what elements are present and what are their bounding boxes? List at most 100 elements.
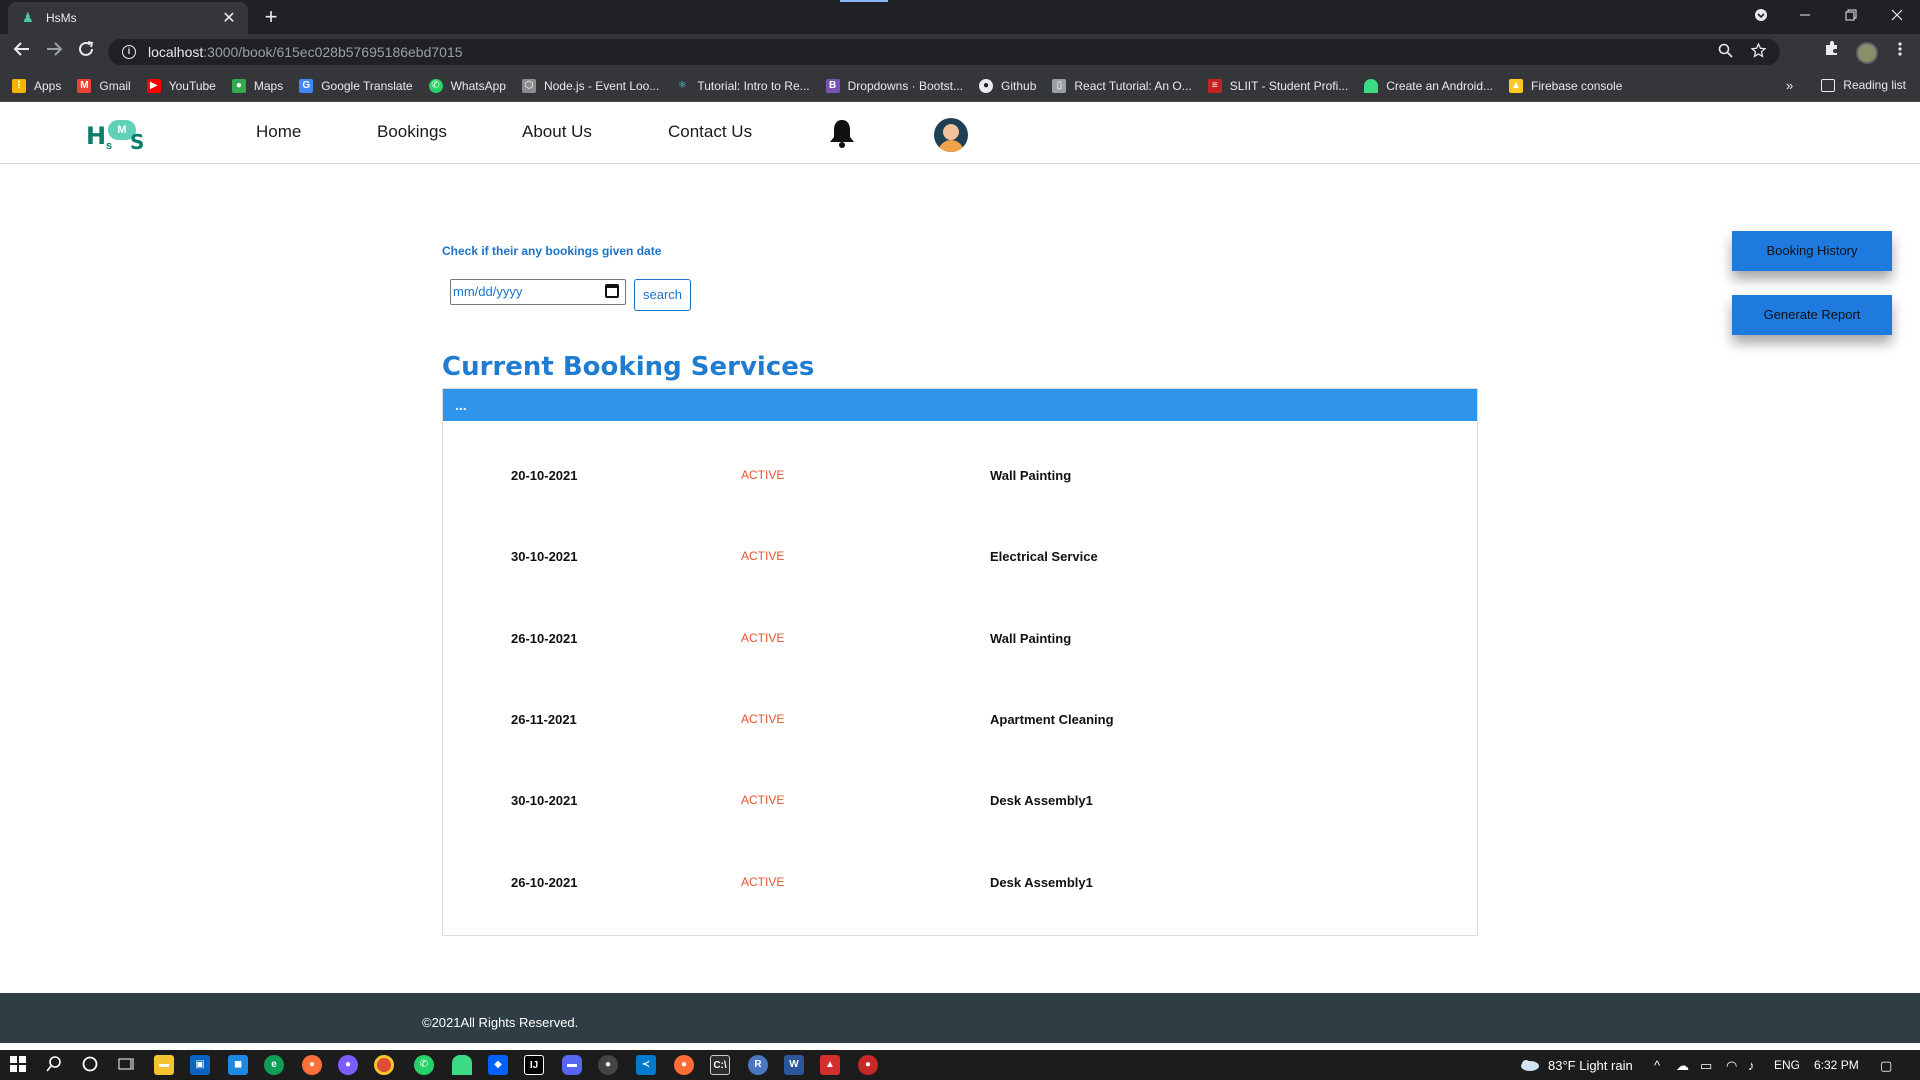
zoom-icon[interactable] (1718, 43, 1733, 62)
firefox-icon[interactable]: ● (302, 1055, 322, 1075)
tab-drag-indicator (840, 0, 888, 2)
weather-text[interactable]: 83°F Light rain (1548, 1058, 1633, 1073)
date-placeholder: mm/dd/yyyy (453, 284, 523, 299)
terminal-icon[interactable]: C:\ (710, 1055, 730, 1075)
booking-row[interactable]: 30-10-2021 ACTIVE Electrical Service (443, 549, 1477, 569)
search-icon[interactable] (44, 1055, 64, 1075)
bookmark-apps[interactable]: ⋮ Apps (12, 78, 61, 93)
hsms-logo[interactable]: H M s S (86, 120, 156, 154)
browser-tab-strip: ♟ HsMs ✕ + (0, 0, 1920, 34)
android-studio-icon[interactable] (452, 1055, 472, 1075)
translate-icon: G (299, 78, 314, 93)
bookmark-sliit[interactable]: ≡ SLIIT - Student Profi... (1207, 78, 1348, 93)
whatsapp-icon: ✆ (428, 78, 443, 93)
windows-start-icon[interactable] (8, 1055, 28, 1075)
restore-icon[interactable] (1828, 0, 1874, 30)
discord-icon[interactable]: ▬ (562, 1055, 582, 1075)
bookmark-android[interactable]: Create an Android... (1364, 78, 1493, 93)
bookmark-firebase[interactable]: ▲ Firebase console (1509, 78, 1622, 93)
bookmark-nodejs[interactable]: ⬡ Node.js - Event Loo... (521, 78, 659, 93)
new-tab-button[interactable]: + (258, 4, 284, 30)
booking-row[interactable]: 30-10-2021 ACTIVE Desk Assembly1 (443, 793, 1477, 813)
chevron-up-icon[interactable]: ^ (1654, 1058, 1660, 1073)
bookmark-react-tutorial[interactable]: ⚛ Tutorial: Intro to Re... (675, 78, 810, 93)
cortana-icon[interactable] (80, 1055, 100, 1075)
booking-service: Wall Painting (990, 468, 1072, 483)
more-menu-icon[interactable] (1888, 40, 1912, 64)
whatsapp-icon[interactable]: ✆ (414, 1055, 434, 1075)
bookmark-react-overview[interactable]: ▯ React Tutorial: An O... (1052, 78, 1192, 93)
extensions-puzzle-icon[interactable] (1820, 40, 1844, 64)
chrome-icon[interactable] (374, 1055, 394, 1075)
vscode-icon[interactable]: ≺ (636, 1055, 656, 1075)
booking-row[interactable]: 26-10-2021 ACTIVE Desk Assembly1 (443, 875, 1477, 895)
user-avatar[interactable] (934, 118, 968, 152)
bookmark-maps[interactable]: ● Maps (231, 78, 283, 93)
booking-service: Wall Painting (990, 631, 1072, 646)
site-info-icon[interactable]: i (122, 45, 136, 59)
store-icon[interactable]: ◼ (228, 1055, 248, 1075)
bookmark-google-translate[interactable]: G Google Translate (299, 78, 413, 93)
onedrive-icon[interactable]: ☁ (1676, 1058, 1689, 1074)
booking-status: ACTIVE (741, 468, 785, 482)
notification-bell-icon[interactable] (828, 118, 856, 148)
reload-icon[interactable] (74, 40, 98, 64)
firebase-icon: ▲ (1509, 78, 1523, 93)
notifications-icon[interactable]: ▢ (1880, 1058, 1892, 1074)
nav-bookings-link[interactable]: Bookings (377, 122, 447, 142)
bookmark-bootstrap[interactable]: B Dropdowns · Bootst... (825, 78, 963, 93)
bookmarks-overflow-chevron-icon[interactable]: » (1786, 78, 1793, 93)
booking-row[interactable]: 26-11-2021 ACTIVE Apartment Cleaning (443, 712, 1477, 732)
back-arrow-icon[interactable] (10, 40, 34, 64)
app-icon[interactable]: ● (858, 1055, 878, 1075)
task-view-icon[interactable] (116, 1055, 136, 1075)
word-icon[interactable]: W (784, 1055, 804, 1075)
nav-about-link[interactable]: About Us (522, 122, 592, 142)
edge-icon[interactable]: e (264, 1055, 284, 1075)
nav-contact-link[interactable]: Contact Us (668, 122, 752, 142)
intellij-icon[interactable]: IJ (524, 1055, 544, 1075)
booking-status: ACTIVE (741, 875, 785, 889)
bootstrap-icon: B (825, 78, 840, 93)
gmail-icon: M (77, 78, 92, 93)
sliit-icon: ≡ (1207, 78, 1222, 93)
booking-history-button[interactable]: Booking History (1732, 231, 1892, 271)
firefox-dev-icon[interactable]: ● (338, 1055, 358, 1075)
wifi-icon[interactable]: ◠ (1726, 1058, 1737, 1074)
bookmark-star-icon[interactable] (1750, 42, 1767, 62)
reading-list-button[interactable]: Reading list (1821, 78, 1906, 92)
bookmark-youtube[interactable]: ▶ YouTube (146, 78, 216, 93)
minimize-icon[interactable] (1782, 0, 1828, 30)
booking-status: ACTIVE (741, 712, 785, 726)
volume-icon[interactable]: ♪ (1748, 1058, 1755, 1073)
window-close-icon[interactable] (1874, 0, 1920, 30)
postman-icon[interactable]: ● (674, 1055, 694, 1075)
booking-date: 20-10-2021 (511, 468, 578, 483)
address-bar[interactable]: i localhost:3000/book/615ec028b57695186e… (108, 39, 1780, 65)
github-desktop-icon[interactable]: ● (598, 1055, 618, 1075)
booking-row[interactable]: 20-10-2021 ACTIVE Wall Painting (443, 468, 1477, 488)
r-studio-icon[interactable]: R (748, 1055, 768, 1075)
dropbox-icon[interactable]: ◆ (488, 1055, 508, 1075)
tab-close-icon[interactable]: ✕ (220, 8, 238, 28)
booking-row[interactable]: 26-10-2021 ACTIVE Wall Painting (443, 631, 1477, 651)
nav-home-link[interactable]: Home (256, 122, 301, 142)
forward-arrow-icon[interactable] (42, 40, 66, 64)
clock[interactable]: 6:32 PM (1814, 1058, 1859, 1072)
battery-icon[interactable]: ▭ (1700, 1058, 1712, 1074)
generate-report-button[interactable]: Generate Report (1732, 295, 1892, 335)
app-window-icon[interactable]: ▣ (190, 1055, 210, 1075)
language-indicator[interactable]: ENG (1774, 1058, 1800, 1072)
bookmark-gmail[interactable]: M Gmail (77, 78, 131, 93)
search-button[interactable]: search (634, 279, 691, 311)
date-input[interactable]: mm/dd/yyyy (450, 279, 626, 305)
profile-avatar[interactable] (1856, 42, 1878, 64)
bookmark-github[interactable]: ● Github (979, 78, 1036, 93)
tab-search-icon[interactable] (1738, 0, 1784, 30)
acrobat-icon[interactable]: ▲ (820, 1055, 840, 1075)
file-explorer-icon[interactable]: ▬ (154, 1055, 174, 1075)
browser-tab[interactable]: ♟ HsMs ✕ (8, 2, 248, 34)
calendar-icon[interactable] (605, 284, 619, 298)
weather-cloud-icon[interactable] (1518, 1058, 1540, 1075)
bookmark-whatsapp[interactable]: ✆ WhatsApp (428, 78, 506, 93)
